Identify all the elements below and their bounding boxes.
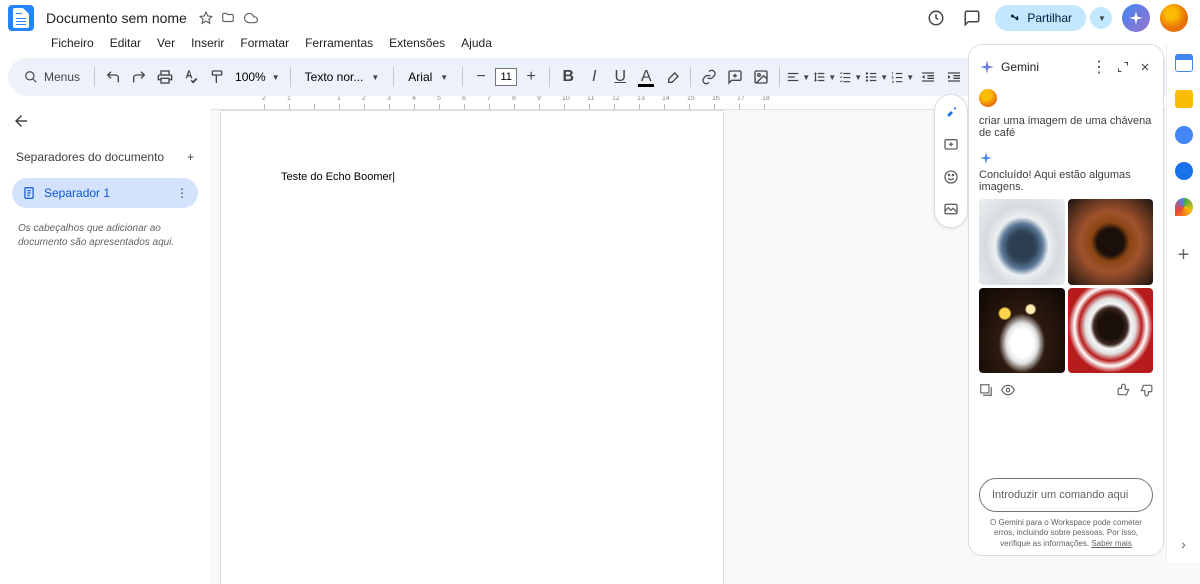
magic-write-icon[interactable] [939, 101, 963, 125]
gemini-prompt-input[interactable]: Introduzir um comando aqui [979, 478, 1153, 512]
floating-insert-tools [934, 94, 968, 228]
learn-more-link[interactable]: Saber mais [1091, 539, 1131, 548]
side-apps-rail: + › [1166, 44, 1200, 562]
generated-image-1[interactable] [979, 199, 1065, 285]
outline-hint: Os cabeçalhos que adicionar ao documento… [8, 218, 202, 254]
calendar-app-icon[interactable] [1175, 54, 1193, 72]
print-button[interactable] [153, 65, 177, 89]
generated-image-4[interactable] [1068, 288, 1154, 374]
link-button[interactable] [697, 65, 721, 89]
menu-view[interactable]: Ver [150, 32, 182, 54]
keep-app-icon[interactable] [1175, 90, 1193, 108]
format-paint-button[interactable] [205, 65, 229, 89]
docs-logo[interactable] [8, 5, 34, 31]
gemini-button[interactable] [1122, 4, 1150, 32]
menu-file[interactable]: Ficheiro [44, 32, 101, 54]
text-color-button[interactable]: A [634, 65, 658, 89]
image-button[interactable] [749, 65, 773, 89]
gemini-bot-response: Concluído! Aqui estão algumas imagens. [979, 169, 1153, 193]
gemini-close-icon[interactable] [1137, 59, 1153, 75]
menu-help[interactable]: Ajuda [454, 32, 499, 54]
font-size-decrease[interactable]: − [469, 65, 493, 89]
font-select[interactable]: Arial▼ [400, 68, 456, 86]
tab-more-icon[interactable]: ⋮ [176, 186, 188, 200]
share-label: Partilhar [1027, 11, 1072, 25]
spellcheck-button[interactable] [179, 65, 203, 89]
maps-app-icon[interactable] [1175, 198, 1193, 216]
numbered-list-button[interactable]: ▼ [890, 65, 914, 89]
italic-button[interactable]: I [582, 65, 606, 89]
menu-extensions[interactable]: Extensões [382, 32, 452, 54]
document-tab-1[interactable]: Separador 1 ⋮ [12, 178, 198, 208]
generated-image-2[interactable] [1068, 199, 1154, 285]
share-dropdown[interactable]: ▼ [1090, 7, 1112, 29]
checklist-button[interactable]: ▼ [838, 65, 862, 89]
zoom-select[interactable]: 100%▼ [231, 68, 284, 86]
move-icon[interactable] [221, 11, 235, 25]
font-size-increase[interactable]: + [519, 65, 543, 89]
menu-edit[interactable]: Editar [103, 32, 148, 54]
add-tab-button[interactable]: + [187, 150, 194, 164]
menu-format[interactable]: Formatar [233, 32, 296, 54]
add-comment-icon[interactable] [939, 133, 963, 157]
underline-button[interactable]: U [608, 65, 632, 89]
font-size-input[interactable] [495, 68, 517, 86]
line-spacing-button[interactable]: ▼ [812, 65, 836, 89]
align-button[interactable]: ▼ [786, 65, 810, 89]
insert-icon[interactable] [979, 383, 993, 397]
search-menus[interactable]: Menus [16, 66, 88, 88]
star-icon[interactable] [199, 11, 213, 25]
suggest-image-icon[interactable] [939, 197, 963, 221]
indent-increase-button[interactable] [942, 65, 966, 89]
gemini-more-icon[interactable]: ⋮ [1089, 55, 1109, 79]
bold-button[interactable]: B [556, 65, 580, 89]
paragraph-style-select[interactable]: Texto nor...▼ [297, 68, 388, 86]
gemini-user-prompt: criar uma imagem de uma chávena de café [979, 115, 1153, 139]
menu-insert[interactable]: Inserir [184, 32, 231, 54]
user-avatar-small [979, 89, 997, 107]
highlight-button[interactable] [660, 65, 684, 89]
gemini-image-grid [979, 199, 1153, 373]
document-page[interactable]: Teste do Echo Boomer [220, 110, 724, 584]
gemini-spark-icon [979, 151, 993, 165]
collapse-rail-icon[interactable]: › [1181, 536, 1186, 552]
tab-label: Separador 1 [44, 186, 110, 200]
comment-button[interactable] [723, 65, 747, 89]
bullet-list-button[interactable]: ▼ [864, 65, 888, 89]
undo-button[interactable] [101, 65, 125, 89]
gemini-disclaimer: O Gemini para o Workspace pode cometer e… [979, 512, 1153, 549]
account-avatar[interactable] [1160, 4, 1188, 32]
generated-image-3[interactable] [979, 288, 1065, 374]
gemini-side-panel: Gemini ⋮ criar uma imagem de uma chávena… [968, 44, 1164, 556]
thumbs-down-icon[interactable] [1139, 383, 1153, 397]
outline-panel: Separadores do documento + Separador 1 ⋮… [0, 96, 210, 584]
gemini-title: Gemini [1001, 60, 1083, 74]
history-icon[interactable] [923, 5, 949, 31]
add-app-icon[interactable]: + [1178, 244, 1190, 267]
back-arrow-icon[interactable] [8, 108, 34, 134]
share-button[interactable]: Partilhar [995, 5, 1086, 31]
comments-icon[interactable] [959, 5, 985, 31]
contacts-app-icon[interactable] [1175, 162, 1193, 180]
gemini-expand-icon[interactable] [1115, 59, 1131, 75]
document-body-text[interactable]: Teste do Echo Boomer [281, 171, 395, 183]
view-icon[interactable] [1001, 383, 1015, 397]
indent-decrease-button[interactable] [916, 65, 940, 89]
redo-button[interactable] [127, 65, 151, 89]
tasks-app-icon[interactable] [1175, 126, 1193, 144]
cloud-status-icon[interactable] [243, 11, 259, 25]
emoji-icon[interactable] [939, 165, 963, 189]
thumbs-up-icon[interactable] [1117, 383, 1131, 397]
outline-heading: Separadores do documento [16, 150, 164, 164]
document-title[interactable]: Documento sem nome [42, 8, 191, 28]
menu-tools[interactable]: Ferramentas [298, 32, 380, 54]
